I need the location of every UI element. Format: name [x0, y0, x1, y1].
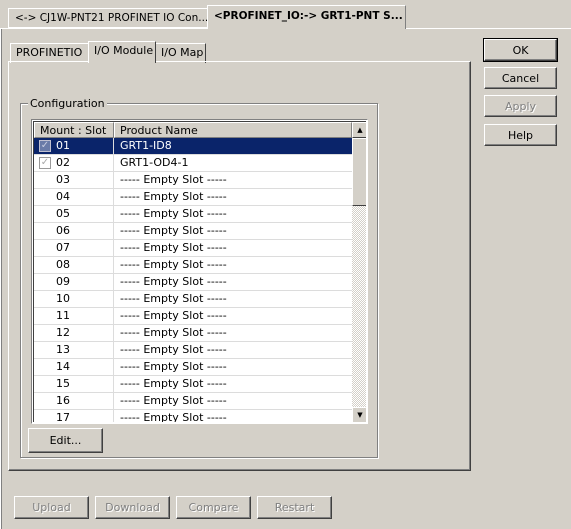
- product-name: ----- Empty Slot -----: [120, 394, 227, 407]
- slot-number: 08: [56, 258, 70, 271]
- upload-button[interactable]: Upload: [14, 496, 89, 519]
- download-button[interactable]: Download: [95, 496, 170, 519]
- slot-cell: 12: [34, 325, 114, 341]
- configuration-label: Configuration: [28, 97, 107, 110]
- slot-cell: ✓ 02: [34, 155, 114, 171]
- slot-number: 06: [56, 224, 70, 237]
- scroll-down-button[interactable]: ▼: [352, 407, 366, 422]
- product-name: ----- Empty Slot -----: [120, 343, 227, 356]
- table-row[interactable]: 05 ----- Empty Slot -----: [34, 206, 352, 223]
- slot-cell: 09: [34, 274, 114, 290]
- product-name: ----- Empty Slot -----: [120, 224, 227, 237]
- slot-list[interactable]: Mount : Slot Product Name ✓ 01 GRT1-ID8 ✓ 02…: [31, 119, 368, 424]
- slot-cell: ✓ 01: [34, 138, 114, 154]
- slot-number: 11: [56, 309, 70, 322]
- product-name: ----- Empty Slot -----: [120, 258, 227, 271]
- slot-number: 15: [56, 377, 70, 390]
- product-name: ----- Empty Slot -----: [120, 190, 227, 203]
- outer-tab-grt1-pnt[interactable]: <PROFINET_IO:-> GRT1-PNT S...: [207, 5, 406, 29]
- tab-profinetio[interactable]: PROFINETIO: [10, 43, 89, 63]
- slot-number: 14: [56, 360, 70, 373]
- table-row[interactable]: 12 ----- Empty Slot -----: [34, 325, 352, 342]
- tab-io-map[interactable]: I/O Map: [155, 43, 206, 63]
- slot-number: 01: [56, 139, 70, 152]
- apply-button[interactable]: Apply: [484, 95, 557, 117]
- slot-number: 07: [56, 241, 70, 254]
- slot-cell: 03: [34, 172, 114, 188]
- slot-cell: 11: [34, 308, 114, 324]
- column-header-slot[interactable]: Mount : Slot: [34, 122, 114, 138]
- slot-number: 17: [56, 411, 70, 422]
- arrow-down-icon: ▼: [357, 411, 363, 419]
- arrow-up-icon: ▲: [357, 126, 363, 134]
- checkbox-icon[interactable]: ✓: [39, 140, 51, 152]
- outer-tab-cj1w-pnt21[interactable]: <-> CJ1W-PNT21 PROFINET IO Con...: [8, 8, 208, 28]
- table-row[interactable]: 14 ----- Empty Slot -----: [34, 359, 352, 376]
- slot-number: 10: [56, 292, 70, 305]
- slot-cell: 16: [34, 393, 114, 409]
- product-name: ----- Empty Slot -----: [120, 292, 227, 305]
- outer-tab-bar: <-> CJ1W-PNT21 PROFINET IO Con... <PROFI…: [0, 0, 571, 29]
- table-row[interactable]: 17 ----- Empty Slot -----: [34, 410, 352, 422]
- restart-button[interactable]: Restart: [257, 496, 332, 519]
- product-name: ----- Empty Slot -----: [120, 275, 227, 288]
- scroll-up-button[interactable]: ▲: [352, 122, 366, 138]
- slot-cell: 04: [34, 189, 114, 205]
- product-name: ----- Empty Slot -----: [120, 207, 227, 220]
- slot-number: 13: [56, 343, 70, 356]
- slot-number: 09: [56, 275, 70, 288]
- ok-button[interactable]: OK: [483, 38, 558, 62]
- window-left-border: [0, 29, 2, 529]
- column-header-product-name[interactable]: Product Name: [114, 122, 352, 138]
- tab-io-module[interactable]: I/O Module: [88, 41, 156, 63]
- slot-cell: 15: [34, 376, 114, 392]
- slot-number: 12: [56, 326, 70, 339]
- product-name: ----- Empty Slot -----: [120, 411, 227, 422]
- table-row[interactable]: 15 ----- Empty Slot -----: [34, 376, 352, 393]
- table-row[interactable]: 06 ----- Empty Slot -----: [34, 223, 352, 240]
- product-name: ----- Empty Slot -----: [120, 360, 227, 373]
- scroll-thumb[interactable]: [352, 138, 366, 206]
- slot-number: 05: [56, 207, 70, 220]
- table-row[interactable]: 07 ----- Empty Slot -----: [34, 240, 352, 257]
- slot-cell: 13: [34, 342, 114, 358]
- help-button[interactable]: Help: [484, 124, 557, 146]
- edit-button[interactable]: Edit...: [28, 428, 103, 453]
- product-name: ----- Empty Slot -----: [120, 241, 227, 254]
- product-name: ----- Empty Slot -----: [120, 326, 227, 339]
- product-name: GRT1-OD4-1: [120, 156, 189, 169]
- table-row[interactable]: ✓ 01 GRT1-ID8: [34, 138, 352, 155]
- slot-cell: 08: [34, 257, 114, 273]
- slot-cell: 10: [34, 291, 114, 307]
- slot-cell: 07: [34, 240, 114, 256]
- slot-cell: 17: [34, 410, 114, 422]
- slot-number: 04: [56, 190, 70, 203]
- slot-cell: 14: [34, 359, 114, 375]
- compare-button[interactable]: Compare: [176, 496, 251, 519]
- slot-number: 02: [56, 156, 70, 169]
- product-name: ----- Empty Slot -----: [120, 309, 227, 322]
- product-name: ----- Empty Slot -----: [120, 377, 227, 390]
- table-row[interactable]: 13 ----- Empty Slot -----: [34, 342, 352, 359]
- table-row[interactable]: 04 ----- Empty Slot -----: [34, 189, 352, 206]
- product-name: ----- Empty Slot -----: [120, 173, 227, 186]
- slot-number: 03: [56, 173, 70, 186]
- table-row[interactable]: 16 ----- Empty Slot -----: [34, 393, 352, 410]
- vertical-scrollbar[interactable]: ▲ ▼: [352, 122, 366, 422]
- table-row[interactable]: ✓ 02 GRT1-OD4-1: [34, 155, 352, 172]
- slot-number: 16: [56, 394, 70, 407]
- slot-cell: 06: [34, 223, 114, 239]
- product-name: GRT1-ID8: [120, 139, 172, 152]
- cancel-button[interactable]: Cancel: [484, 67, 557, 89]
- table-row[interactable]: 11 ----- Empty Slot -----: [34, 308, 352, 325]
- table-row[interactable]: 08 ----- Empty Slot -----: [34, 257, 352, 274]
- checkbox-icon[interactable]: ✓: [39, 157, 51, 169]
- table-row[interactable]: 10 ----- Empty Slot -----: [34, 291, 352, 308]
- table-row[interactable]: 09 ----- Empty Slot -----: [34, 274, 352, 291]
- table-row[interactable]: 03 ----- Empty Slot -----: [34, 172, 352, 189]
- slot-cell: 05: [34, 206, 114, 222]
